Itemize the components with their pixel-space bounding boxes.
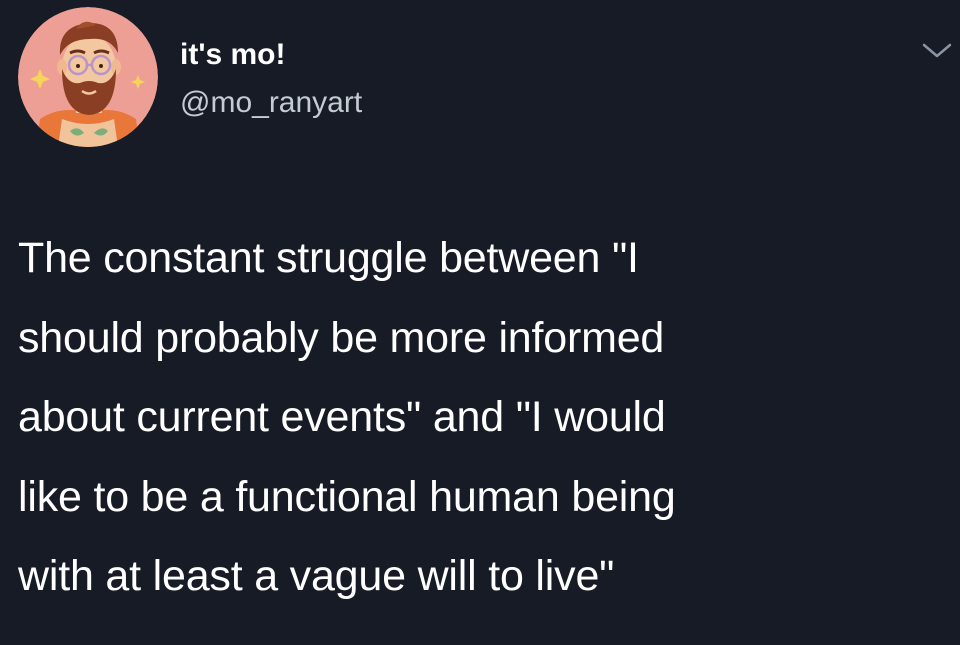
tweet-card: it's mo! @mo_ranyart The constant strugg… [0,0,960,645]
tweet-text-line: with at least a vague will to live" [18,552,615,600]
tweet-text: The constant struggle between "I should … [18,219,948,617]
tweet-text-line: about current events" and "I would [18,393,666,441]
user-handle[interactable]: @mo_ranyart [180,85,362,121]
display-name[interactable]: it's mo! [180,37,285,73]
chevron-down-icon[interactable] [920,36,954,64]
tweet-text-line: The constant struggle between "I [18,234,639,282]
avatar-illustration-icon [18,7,158,147]
avatar[interactable] [18,7,158,147]
tweet-text-line: like to be a functional human being [18,472,676,521]
tweet-text-line: should probably be more informed [18,313,665,362]
